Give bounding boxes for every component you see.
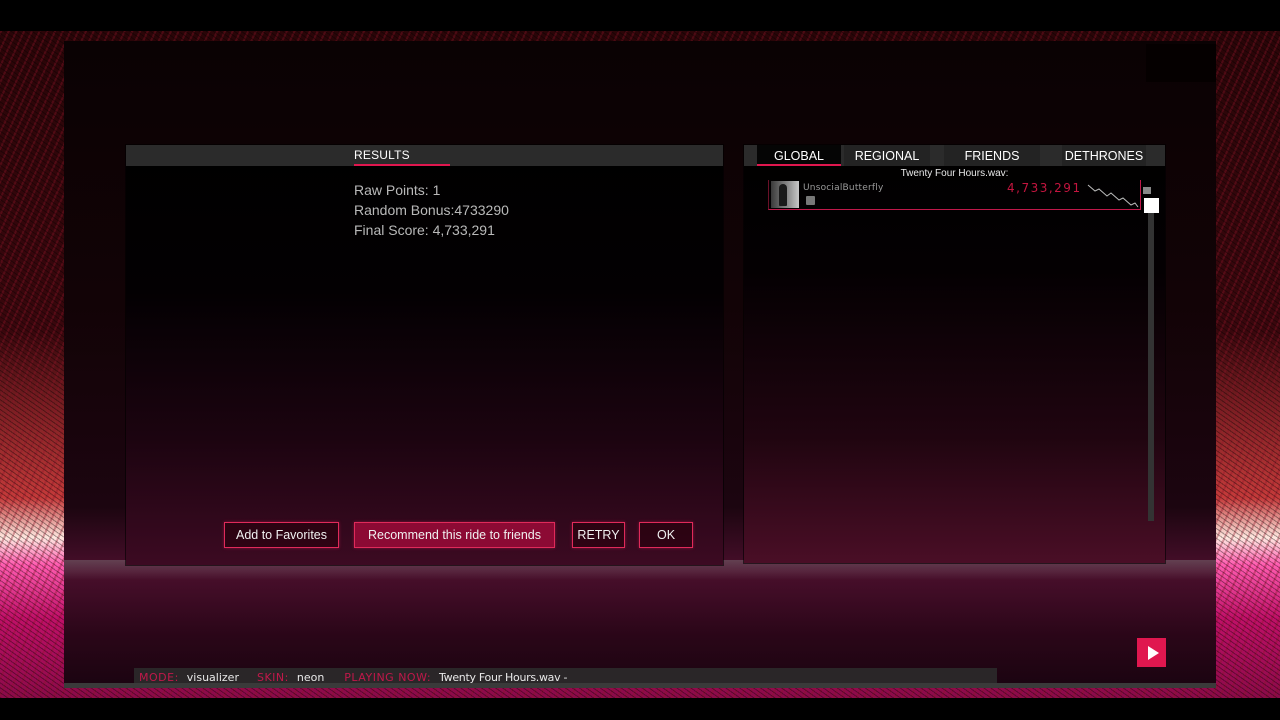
raw-points: Raw Points: 1 <box>354 182 441 198</box>
scrollbar-thumb[interactable] <box>1144 198 1159 213</box>
results-panel: RESULTS Raw Points: 1 Random Bonus:47332… <box>126 145 723 565</box>
tab-friends[interactable]: FRIENDS <box>944 145 1040 166</box>
player-name: UnsocialButterfly <box>803 183 884 193</box>
score-sparkline-icon <box>1087 184 1139 208</box>
recommend-ride-button[interactable]: Recommend this ride to friends <box>354 522 555 548</box>
retry-button[interactable]: RETRY <box>572 522 625 548</box>
leaderboard-entry[interactable]: UnsocialButterfly 4,733,291 <box>768 180 1141 210</box>
tab-global[interactable]: GLOBAL <box>757 145 841 166</box>
tab-dethrones[interactable]: DETHRONES <box>1062 145 1146 166</box>
results-header <box>126 145 723 166</box>
ok-button[interactable]: OK <box>639 522 693 548</box>
scrollbar-track[interactable] <box>1148 213 1154 521</box>
leaderboard-song-title: Twenty Four Hours.wav: <box>900 168 1009 179</box>
frame-corner <box>1146 44 1216 82</box>
flag-icon[interactable] <box>1143 187 1151 194</box>
play-button[interactable] <box>1137 638 1166 667</box>
leaderboard-tabs: GLOBAL REGIONAL FRIENDS DETHRONES <box>744 145 1165 166</box>
letterbox-top <box>0 0 1280 31</box>
tab-regional[interactable]: REGIONAL <box>844 145 930 166</box>
results-title-underline <box>354 164 450 166</box>
results-title: RESULTS <box>354 148 410 162</box>
avatar-figure <box>779 184 787 206</box>
add-to-favorites-button[interactable]: Add to Favorites <box>224 522 339 548</box>
play-icon <box>1147 645 1159 660</box>
frame-bottom-strip <box>64 683 1216 688</box>
player-score: 4,733,291 <box>1007 181 1082 195</box>
active-tab-indicator <box>757 164 841 166</box>
avatar <box>771 181 799 208</box>
sparkline-line <box>1087 184 1139 208</box>
random-bonus: Random Bonus:4733290 <box>354 202 509 218</box>
badge-icon <box>806 196 815 205</box>
final-score: Final Score: 4,733,291 <box>354 222 495 238</box>
leaderboard-panel: GLOBAL REGIONAL FRIENDS DETHRONES Twenty… <box>744 145 1165 563</box>
letterbox-bottom <box>0 698 1280 720</box>
